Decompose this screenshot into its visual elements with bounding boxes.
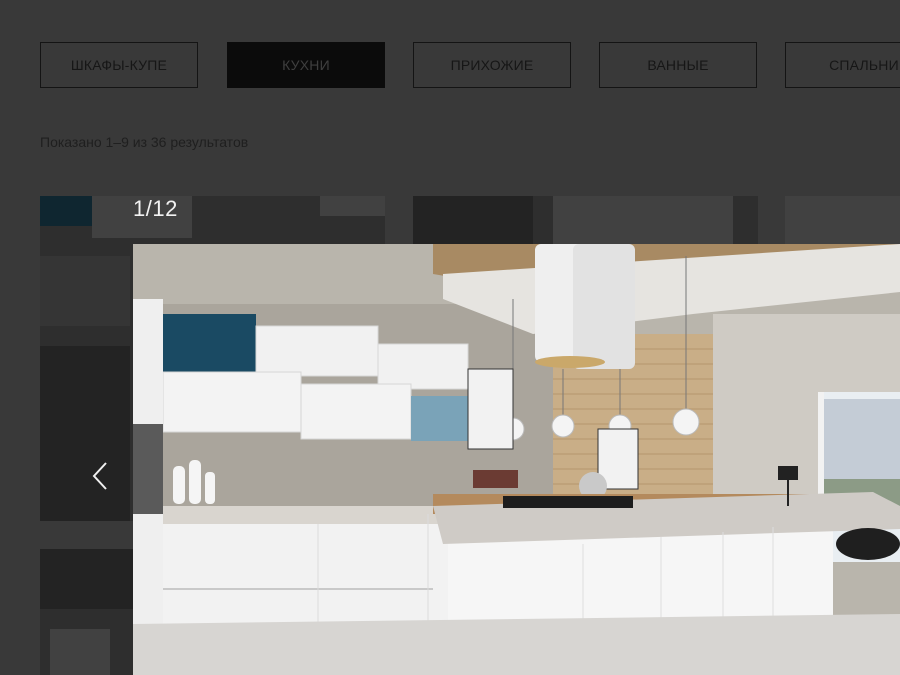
product-card[interactable]	[413, 196, 758, 244]
kitchen-photo	[133, 244, 900, 675]
lightbox-counter: 1/12	[133, 196, 178, 221]
product-card[interactable]	[40, 549, 133, 675]
chevron-left-icon	[92, 462, 107, 490]
product-card[interactable]	[785, 196, 900, 244]
lightbox-prev-button[interactable]	[80, 452, 120, 500]
lightbox-image[interactable]	[133, 244, 900, 675]
